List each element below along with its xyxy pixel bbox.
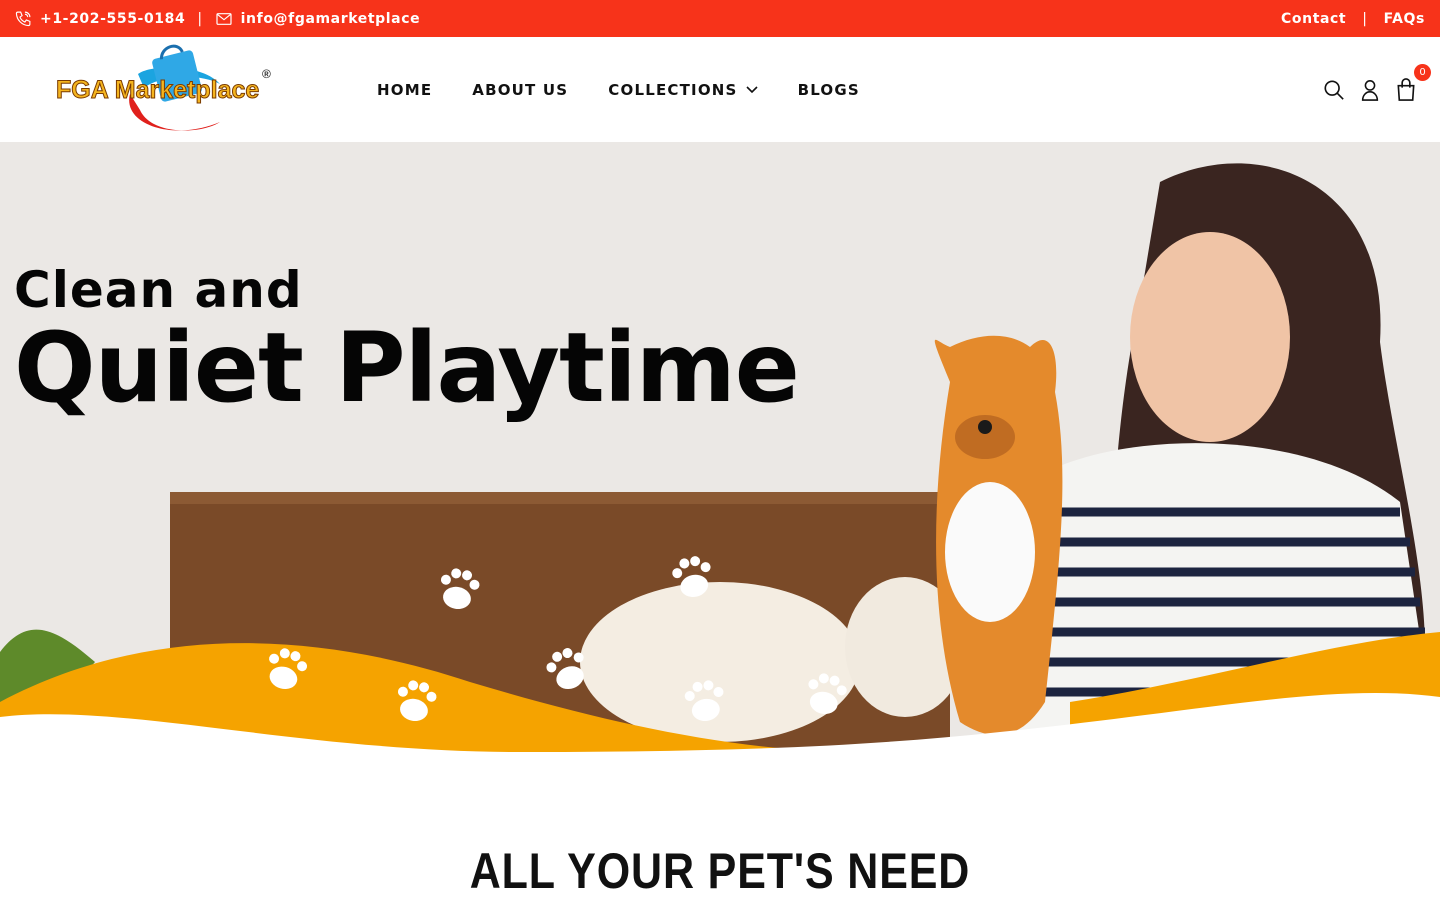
phone-number[interactable]: +1-202-555-0184 [40,11,185,27]
logo-registered-mark: ® [262,67,271,81]
faqs-link[interactable]: FAQs [1384,11,1425,27]
user-icon[interactable] [1358,78,1382,102]
nav-about-us[interactable]: ABOUT US [472,81,568,99]
separator: | [197,10,203,27]
mail-icon [215,10,233,28]
header-icons: 0 [1310,37,1431,142]
cart-icon[interactable]: 0 [1394,63,1431,102]
top-bar: +1-202-555-0184 | info@fgamarketplace Co… [0,0,1440,37]
site-logo[interactable]: FGA Marketplace ® [52,44,280,136]
nav-about-us-label: ABOUT US [472,80,569,99]
logo-text: FGA Marketplace [56,76,259,104]
nav-collections[interactable]: COLLECTIONS [608,80,758,99]
hero-image [0,142,1440,772]
email-address[interactable]: info@fgamarketplace [241,11,421,27]
phone-icon [14,10,32,28]
nav-collections-label: COLLECTIONS [608,80,738,99]
site-header: FGA Marketplace ® HOME ABOUT US COLLECTI… [0,37,1440,142]
contact-info: +1-202-555-0184 | info@fgamarketplace [14,0,420,37]
nav-blogs[interactable]: BLOGS [798,81,860,99]
separator: | [1362,10,1368,27]
top-links: Contact | FAQs [1281,0,1425,37]
contact-link[interactable]: Contact [1281,11,1346,27]
search-icon[interactable] [1322,78,1346,102]
nav-home[interactable]: HOME [377,81,432,99]
nav-blogs-label: BLOGS [797,80,860,99]
hero-headline-line2: Quiet Playtime [14,312,800,424]
main-nav: HOME ABOUT US COLLECTIONS BLOGS [377,37,900,142]
section-title: ALL YOUR PET'S NEED [469,843,971,899]
nav-home-label: HOME [377,80,433,99]
chevron-down-icon [745,85,758,94]
cart-count-badge: 0 [1414,63,1431,81]
hero-headline: Clean and Quiet Playtime [14,261,800,424]
hero-banner[interactable]: Clean and Quiet Playtime [0,142,1440,772]
hero-headline-line1: Clean and [14,261,303,319]
